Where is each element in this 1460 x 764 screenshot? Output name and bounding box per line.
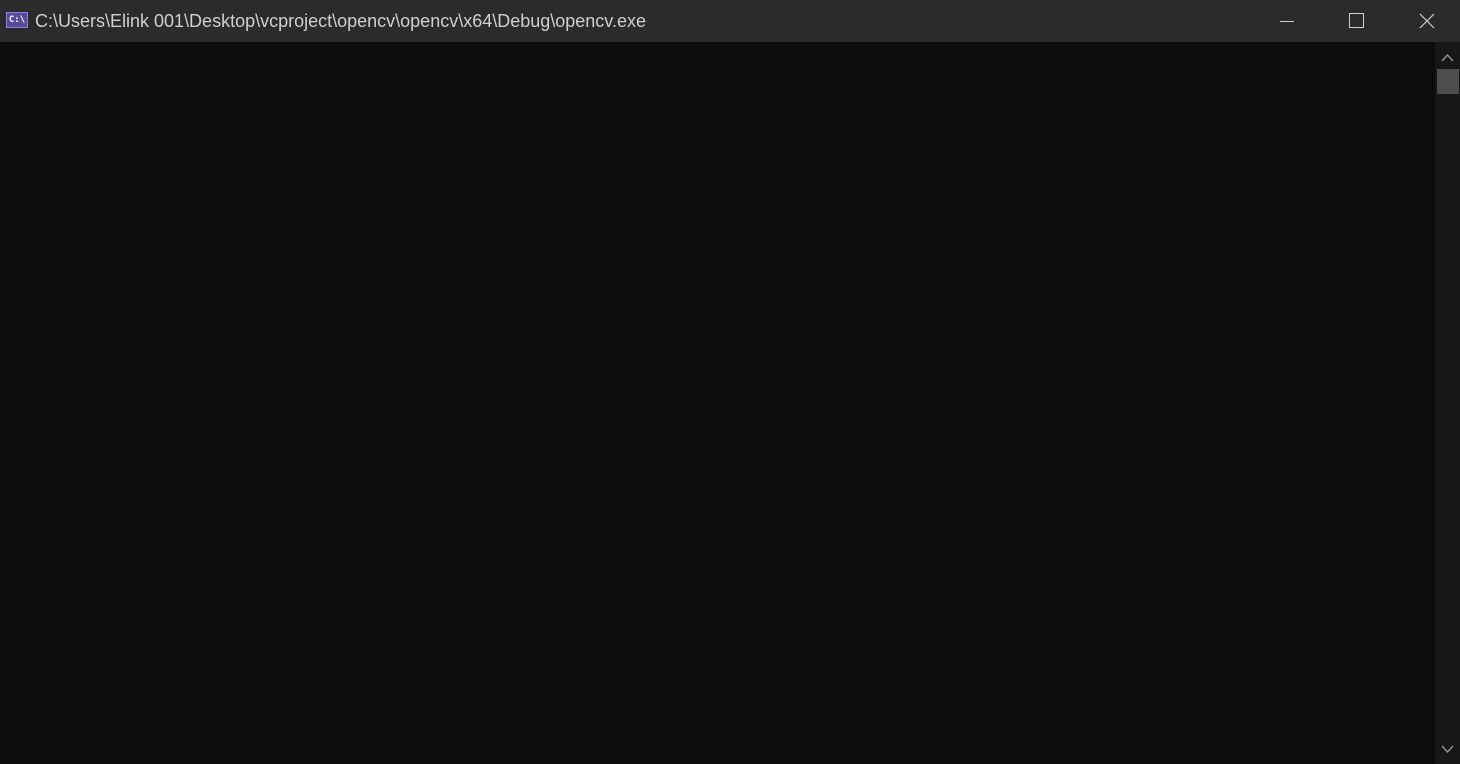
scroll-down-button[interactable]: [1435, 738, 1460, 764]
close-button[interactable]: [1390, 0, 1460, 42]
console-window: C:\ C:\Users\Elink 001\Desktop\vcproject…: [0, 0, 1460, 764]
close-icon: [1419, 13, 1435, 29]
chevron-down-icon: [1441, 745, 1454, 753]
console-output-area[interactable]: [0, 42, 1435, 764]
window-title: C:\Users\Elink 001\Desktop\vcproject\ope…: [35, 11, 646, 31]
scroll-up-button[interactable]: [1435, 42, 1460, 68]
minimize-icon: [1280, 21, 1294, 22]
vertical-scrollbar[interactable]: [1435, 42, 1460, 764]
maximize-button[interactable]: [1321, 0, 1391, 42]
minimize-button[interactable]: [1252, 0, 1322, 42]
maximize-icon: [1349, 13, 1364, 28]
console-app-icon[interactable]: C:\: [6, 12, 28, 28]
title-bar[interactable]: C:\ C:\Users\Elink 001\Desktop\vcproject…: [0, 0, 1460, 42]
chevron-up-icon: [1441, 54, 1454, 62]
scroll-thumb[interactable]: [1437, 69, 1459, 94]
